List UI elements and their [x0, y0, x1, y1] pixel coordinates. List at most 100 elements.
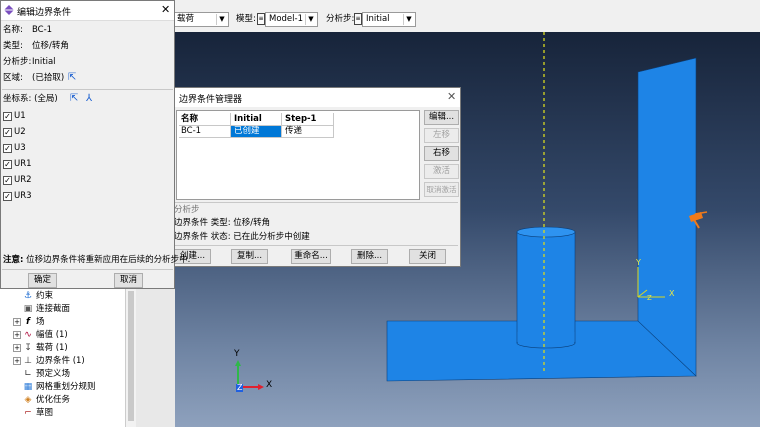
edit-bc-dialog: 编辑边界条件 ✕ 名称: BC-1 类型: 位移/转角 分析步: Initial…: [0, 0, 190, 289]
model-tree-scrollbar[interactable]: [125, 289, 136, 427]
csys-row: 坐标系: (全局) ⇱ ⅄: [3, 93, 92, 105]
csys-create-icon[interactable]: ⅄: [86, 93, 92, 104]
tree-item-remesh[interactable]: ▦ 网格重划分规则: [23, 381, 96, 394]
note-text: 位移边界条件将重新应用在后续的分析步中.: [26, 255, 191, 265]
ok-button[interactable]: 确定: [28, 273, 57, 288]
col-header-step1: Step-1: [285, 114, 317, 124]
local-csys-z-label: Z: [647, 294, 652, 302]
checkmark-icon: ✓: [3, 192, 12, 201]
step-select[interactable]: Initial ▼: [362, 12, 416, 27]
dof-ur3-checkbox[interactable]: ✓ UR3: [3, 191, 32, 202]
move-left-button[interactable]: 左移: [424, 128, 459, 143]
remesh-icon: ▦: [23, 381, 33, 392]
edit-button[interactable]: 编辑...: [424, 110, 459, 125]
load-icon: ↧: [24, 342, 32, 353]
table-row-name[interactable]: BC-1: [181, 126, 201, 137]
dof-u2-checkbox[interactable]: ✓ U2: [3, 127, 26, 138]
deactivate-button[interactable]: 取消激活: [424, 182, 459, 197]
edit-bc-titlebar[interactable]: 编辑边界条件 ✕: [1, 1, 174, 21]
delete-button[interactable]: 删除...: [351, 249, 388, 264]
bc-manager-titlebar[interactable]: 边界条件管理器 ✕: [171, 88, 460, 107]
local-csys-x-label: X: [669, 289, 675, 298]
tree-item-bc[interactable]: + ⊥ 边界条件 (1): [13, 355, 85, 368]
tree-item-field[interactable]: + f 场: [13, 316, 45, 329]
predefined-field-icon: ∟: [24, 368, 32, 379]
wall-plate: [637, 57, 697, 377]
checkmark-icon: ✓: [3, 128, 12, 137]
move-right-button[interactable]: 右移: [424, 146, 459, 161]
table-cell-selected[interactable]: 已创建: [231, 126, 281, 137]
expand-icon[interactable]: +: [13, 317, 21, 326]
tree-item-amplitude[interactable]: + ∿ 幅值 (1): [13, 329, 68, 342]
sketch-icon: ⌐: [24, 407, 32, 418]
note-row: 注意: 位移边界条件将重新应用在后续的分析步中.: [3, 255, 190, 266]
constraint-icon: ⚓: [23, 290, 33, 301]
expand-icon[interactable]: +: [13, 356, 21, 365]
activate-button[interactable]: 激活: [424, 164, 459, 179]
dof-ur1-checkbox[interactable]: ✓ UR1: [3, 159, 32, 170]
module-select[interactable]: 载荷 ▼: [173, 12, 229, 27]
tree-item-connector-section[interactable]: ▣ 连接截面: [23, 303, 70, 316]
model-select-value: Model-1: [269, 14, 303, 24]
dof-ur2-checkbox[interactable]: ✓ UR2: [3, 175, 32, 186]
col-header-name: 名称: [181, 114, 199, 124]
tree-item-constraint[interactable]: ⚓ 约束: [23, 290, 53, 303]
cylinder-body: [516, 231, 576, 344]
close-icon[interactable]: ✕: [161, 3, 170, 16]
select-arrow-icon[interactable]: ⇱: [68, 72, 76, 83]
scrollbar-thumb[interactable]: [128, 291, 134, 421]
checkmark-icon: ✓: [3, 176, 12, 185]
step-label: 分析步:: [326, 14, 355, 24]
chevron-down-icon: ▼: [216, 14, 227, 25]
region-label: 区域:: [3, 73, 23, 83]
view-triad: [136, 289, 175, 427]
csys-label: 坐标系: (全局): [3, 94, 58, 104]
triad-z-label: Z: [236, 383, 244, 392]
model-label: 模型:: [236, 14, 256, 24]
step-icon: ≡: [354, 13, 362, 25]
model-icon: ≡: [257, 13, 265, 25]
module-select-value: 载荷: [177, 14, 195, 24]
edit-bc-title: 编辑边界条件: [17, 8, 72, 18]
region-value: (已拾取): [32, 73, 65, 83]
dof-u3-checkbox[interactable]: ✓ U3: [3, 143, 26, 154]
chevron-down-icon: ▼: [403, 14, 414, 25]
tree-item-predefined-field[interactable]: ∟ 预定义场: [23, 368, 70, 381]
model-select[interactable]: Model-1 ▼: [265, 12, 318, 27]
tree-item-sketch[interactable]: ⌐ 草图: [23, 407, 53, 420]
type-value: 位移/转角: [32, 41, 69, 51]
amplitude-icon: ∿: [24, 329, 32, 340]
info-heading: 分析步: [174, 205, 200, 215]
abaqus-app-icon: [4, 5, 14, 15]
rename-button[interactable]: 重命名...: [291, 249, 331, 264]
tree-item-optimization[interactable]: ◈ 优化任务: [23, 394, 70, 407]
checkmark-icon: ✓: [3, 112, 12, 121]
step-row: 分析步: Initial: [3, 57, 56, 68]
field-icon: f: [26, 316, 30, 327]
triad-x-label: X: [266, 380, 273, 390]
type-label: 类型:: [3, 41, 23, 51]
col-header-initial: Initial: [234, 114, 262, 124]
tree-viewport-gap: [136, 289, 175, 427]
name-label: 名称:: [3, 25, 23, 35]
close-button[interactable]: 关闭: [409, 249, 446, 264]
type-row: 类型: 位移/转角: [3, 41, 69, 52]
checkmark-icon: ✓: [3, 160, 12, 169]
optimization-icon: ◈: [24, 394, 32, 405]
select-arrow-icon[interactable]: ⇱: [70, 93, 78, 104]
copy-button[interactable]: 复制...: [231, 249, 268, 264]
name-value: BC-1: [32, 25, 53, 35]
expand-icon[interactable]: +: [13, 343, 21, 352]
expand-icon[interactable]: +: [13, 330, 21, 339]
step-select-value: Initial: [366, 14, 390, 24]
checkmark-icon: ✓: [3, 144, 12, 153]
info-status-line: 边界条件 状态: 已在此分析步中创建: [174, 232, 310, 242]
triad-y-label: Y: [234, 349, 240, 359]
tree-item-load[interactable]: + ↧ 载荷 (1): [13, 342, 68, 355]
note-label: 注意:: [3, 255, 24, 265]
table-cell-step1[interactable]: 传递: [285, 126, 302, 137]
dof-u1-checkbox[interactable]: ✓ U1: [3, 111, 26, 122]
close-icon[interactable]: ✕: [447, 90, 456, 103]
cancel-button[interactable]: 取消: [114, 273, 143, 288]
connector-section-icon: ▣: [23, 303, 33, 314]
